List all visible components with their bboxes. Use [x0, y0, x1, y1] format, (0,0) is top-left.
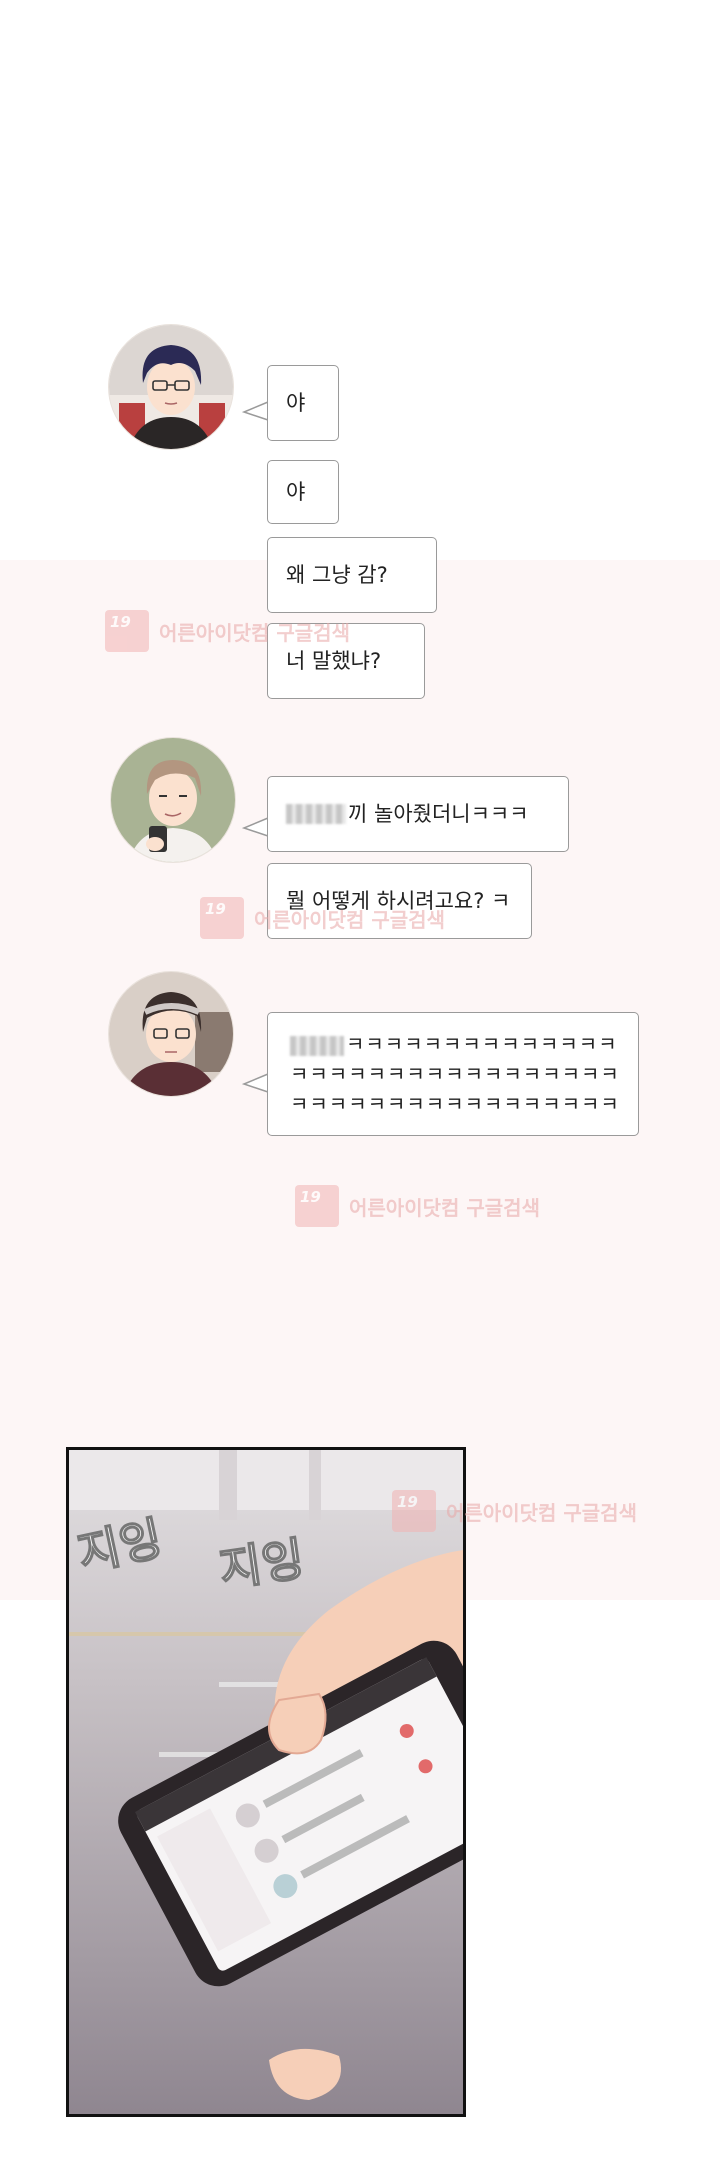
- message-bubble-5: 끼 놀아줬더니ㅋㅋㅋ: [267, 776, 569, 852]
- avatar-character-3: [108, 971, 234, 1097]
- message-bubble-3: 왜 그냥 감?: [267, 537, 437, 613]
- watermark-badge: 19: [295, 1185, 339, 1227]
- comic-panel-phone: 지잉 지잉: [66, 1447, 466, 2117]
- watermark-badge: 19: [392, 1490, 436, 1532]
- watermark: 19 어른아이닷컴 구글검색: [200, 897, 445, 939]
- message-text: 끼 놀아줬더니ㅋㅋㅋ: [348, 802, 529, 826]
- avatar-character-1: [108, 324, 234, 450]
- message-line: ㅋㅋㅋㅋㅋㅋㅋㅋㅋㅋㅋㅋㅋㅋㅋㅋㅋ: [290, 1062, 620, 1086]
- message-line: ㅋㅋㅋㅋㅋㅋㅋㅋㅋㅋㅋㅋㅋㅋ: [290, 1029, 618, 1059]
- watermark-badge: 19: [200, 897, 244, 939]
- censored-name: [290, 1035, 344, 1056]
- watermark-text: 어른아이닷컴 구글검색: [446, 1500, 637, 1525]
- censored-name: [286, 804, 346, 824]
- avatar-character-2: [110, 737, 236, 863]
- message-text: ㅋㅋㅋㅋㅋㅋㅋㅋㅋㅋㅋㅋㅋㅋ: [346, 1032, 618, 1056]
- watermark-text: 어른아이닷컴 구글검색: [254, 907, 445, 932]
- watermark-badge: 19: [105, 610, 149, 652]
- avatar-2-illustration: [111, 738, 235, 862]
- watermark-text: 어른아이닷컴 구글검색: [159, 620, 350, 645]
- message-line: ㅋㅋㅋㅋㅋㅋㅋㅋㅋㅋㅋㅋㅋㅋㅋㅋㅋ: [290, 1092, 620, 1116]
- watermark: 19 어른아이닷컴 구글검색: [295, 1185, 540, 1227]
- avatar-1-illustration: [109, 325, 233, 449]
- watermark: 19 어른아이닷컴 구글검색: [392, 1490, 637, 1532]
- avatar-3-illustration: [109, 972, 233, 1096]
- message-bubble-2: 야: [267, 460, 339, 524]
- watermark: 19 어른아이닷컴 구글검색: [105, 610, 350, 652]
- message-bubble-7: ㅋㅋㅋㅋㅋㅋㅋㅋㅋㅋㅋㅋㅋㅋ ㅋㅋㅋㅋㅋㅋㅋㅋㅋㅋㅋㅋㅋㅋㅋㅋㅋ ㅋㅋㅋㅋㅋㅋㅋ…: [267, 1012, 639, 1136]
- sound-effect-2: 지잉: [215, 1531, 308, 1598]
- watermark-text: 어른아이닷컴 구글검색: [349, 1195, 540, 1220]
- message-text: 야: [286, 391, 306, 415]
- message-text: 왜 그냥 감?: [286, 563, 388, 587]
- message-bubble-1: 야: [267, 365, 339, 441]
- message-text: 야: [286, 480, 306, 504]
